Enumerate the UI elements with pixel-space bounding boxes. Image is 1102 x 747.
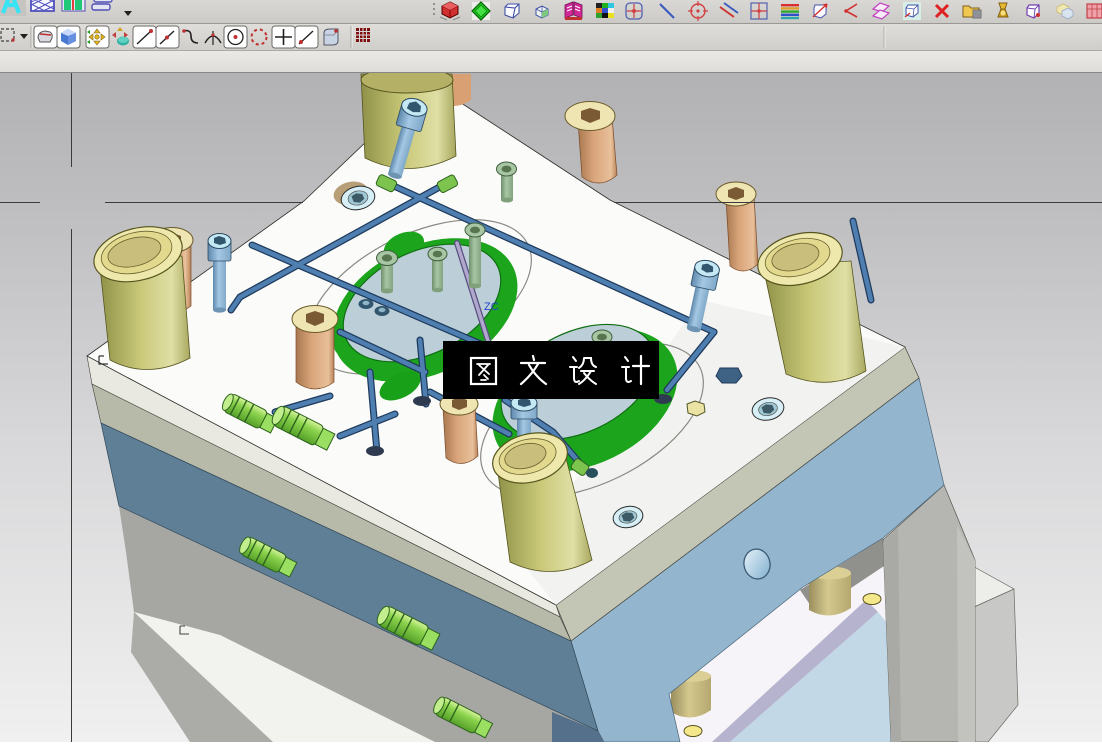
svg-text:ZC: ZC xyxy=(484,301,499,313)
